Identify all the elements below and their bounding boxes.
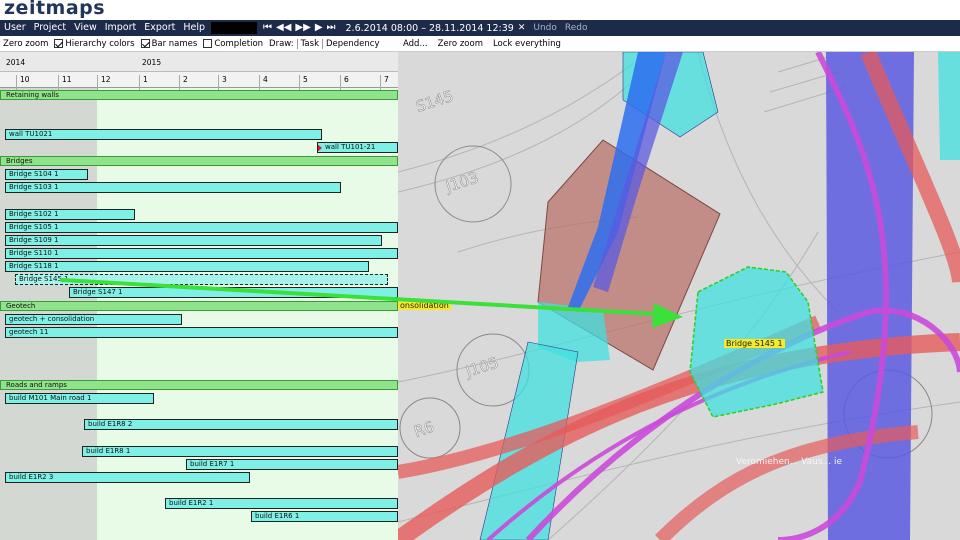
- menu-help[interactable]: Help: [179, 20, 209, 36]
- date-range: 2.6.2014 08:00 – 28.11.2014 12:39: [345, 22, 514, 34]
- task-mode-button[interactable]: Task: [296, 38, 322, 49]
- label-j105: J105: [463, 353, 501, 381]
- task-bridge-s1101[interactable]: Bridge S110 1: [5, 248, 398, 259]
- skip-back-icon[interactable]: ⏮: [261, 20, 274, 36]
- map-toolbar: Add... Zero zoom Lock everything: [398, 36, 960, 52]
- bar-names-label: Bar names: [151, 38, 198, 49]
- lock-everything-button[interactable]: Lock everything: [488, 39, 566, 49]
- hierarchy-colors-toggle[interactable]: Hierarchy colors: [51, 39, 137, 49]
- year-label: 2014: [6, 58, 26, 67]
- dependency-mode-button[interactable]: Dependency: [322, 38, 383, 49]
- draw-label: Draw:: [269, 38, 294, 49]
- bar-names-toggle[interactable]: Bar names: [138, 39, 201, 49]
- year-header: 2014 2015: [0, 52, 398, 72]
- month-label: 6: [340, 75, 349, 91]
- redo-button[interactable]: Redo: [565, 23, 588, 33]
- label-r6: R6: [412, 418, 437, 441]
- undo-button[interactable]: Undo: [533, 23, 557, 33]
- task-build-e1r71[interactable]: build E1R7 1: [186, 459, 398, 470]
- task-bridge-s1471[interactable]: Bridge S147 1: [69, 287, 398, 298]
- task-build-e1r81[interactable]: build E1R8 1: [82, 446, 398, 457]
- bridge-s145-map-label: Bridge S145 1: [724, 339, 785, 348]
- logo-bar: zeitmaps: [0, 0, 960, 20]
- search-input[interactable]: [211, 22, 258, 34]
- task-bridge-s1051[interactable]: Bridge S105 1: [5, 222, 398, 233]
- task-wall-tu1021[interactable]: wall TU1021: [5, 129, 322, 140]
- completion-toggle[interactable]: Completion: [200, 39, 266, 49]
- consolidation-map-label: onsolidation: [398, 301, 451, 310]
- completion-checkbox[interactable]: [203, 39, 213, 48]
- task-geotech-consolidation[interactable]: geotech + consolidation: [5, 314, 182, 325]
- task-build-e1r82[interactable]: build E1R8 2: [84, 419, 398, 430]
- month-header: 10 11 12 1 2 3 4 5 6 7: [0, 72, 398, 91]
- zero-zoom-button[interactable]: Zero zoom: [0, 39, 51, 49]
- street-label: Veromiehen... Vaus... ie: [736, 457, 843, 467]
- menu-project[interactable]: Project: [30, 20, 71, 36]
- group-retaining-walls[interactable]: Retaining walls: [0, 90, 398, 100]
- cyan-area-topright[interactable]: [938, 52, 960, 160]
- task-build-e1r23[interactable]: build E1R2 3: [5, 472, 250, 483]
- bar-names-checkbox[interactable]: [140, 39, 150, 48]
- menu-export[interactable]: Export: [140, 20, 179, 36]
- menu-view[interactable]: View: [70, 20, 101, 36]
- group-roads-ramps[interactable]: Roads and ramps: [0, 380, 398, 390]
- gantt-toolbar: Zero zoom Hierarchy colors Bar names Com…: [0, 36, 398, 52]
- month-label: 1: [139, 75, 148, 91]
- month-label: 11: [58, 75, 72, 91]
- task-bridge-s1091[interactable]: Bridge S109 1: [5, 235, 382, 246]
- menu-bar: User Project View Import Export Help ⏮ ◀…: [0, 20, 960, 36]
- month-label: 5: [299, 75, 308, 91]
- label-j103: J103: [443, 168, 481, 196]
- task-bridge-s1041[interactable]: Bridge S104 1: [5, 169, 88, 180]
- map-view[interactable]: S145 J103 J105 R6 Veromiehen... Vaus... …: [398, 52, 960, 540]
- group-bridges[interactable]: Bridges: [0, 156, 398, 166]
- map-canvas[interactable]: S145 J103 J105 R6 Veromiehen... Vaus... …: [398, 52, 960, 540]
- task-bridge-s1451[interactable]: Bridge S145 1: [15, 274, 388, 285]
- month-label: 2: [179, 75, 188, 91]
- task-build-e1r61[interactable]: build E1R6 1: [251, 511, 398, 522]
- play-icon[interactable]: ▶: [313, 20, 325, 36]
- map-zero-zoom-button[interactable]: Zero zoom: [433, 39, 488, 49]
- skip-forward-icon[interactable]: ⏭: [325, 20, 338, 36]
- zeitmaps-logo: zeitmaps: [4, 0, 106, 19]
- month-label: 3: [218, 75, 227, 91]
- task-bridge-s1021[interactable]: Bridge S102 1: [5, 209, 135, 220]
- completion-label: Completion: [214, 38, 264, 49]
- task-build-m101[interactable]: build M101 Main road 1: [5, 393, 154, 404]
- month-label: 10: [16, 75, 30, 91]
- month-label: 12: [97, 75, 111, 91]
- year-label: 2015: [142, 58, 162, 67]
- hierarchy-colors-checkbox[interactable]: [54, 39, 64, 48]
- add-layer-button[interactable]: Add...: [398, 39, 433, 49]
- hierarchy-colors-label: Hierarchy colors: [65, 38, 135, 49]
- month-label: 4: [259, 75, 268, 91]
- task-geotech-11[interactable]: geotech 11: [5, 327, 398, 338]
- close-icon[interactable]: ✕: [518, 23, 526, 33]
- task-bridge-s1181[interactable]: Bridge S118 1: [5, 261, 369, 272]
- group-geotech[interactable]: Geotech: [0, 301, 398, 311]
- task-bridge-s1031[interactable]: Bridge S103 1: [5, 182, 341, 193]
- app-root: zeitmaps User Project View Import Export…: [0, 0, 960, 540]
- menu-user[interactable]: User: [0, 20, 30, 36]
- task-wall-tu10121[interactable]: wall TU101-21: [317, 142, 398, 153]
- rewind-icon[interactable]: ◀◀: [274, 20, 293, 36]
- task-build-e1r21[interactable]: build E1R2 1: [165, 498, 398, 509]
- label-s145: S145: [414, 87, 456, 116]
- fast-forward-icon[interactable]: ▶▶: [293, 20, 312, 36]
- month-label: 7: [380, 75, 389, 91]
- gantt-chart[interactable]: 2014 2015 10 11 12 1 2 3 4 5 6 7 Retaini…: [0, 52, 398, 540]
- menu-import[interactable]: Import: [101, 20, 141, 36]
